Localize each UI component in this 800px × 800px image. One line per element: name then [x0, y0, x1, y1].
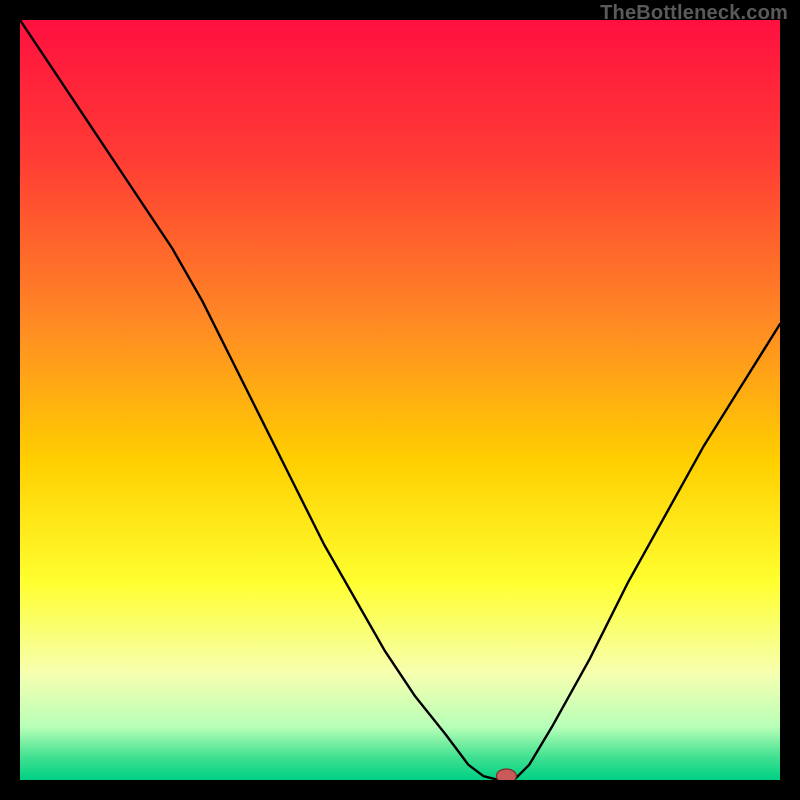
- bottleneck-chart: [20, 20, 780, 780]
- gradient-background: [20, 20, 780, 780]
- optimum-marker: [496, 769, 516, 780]
